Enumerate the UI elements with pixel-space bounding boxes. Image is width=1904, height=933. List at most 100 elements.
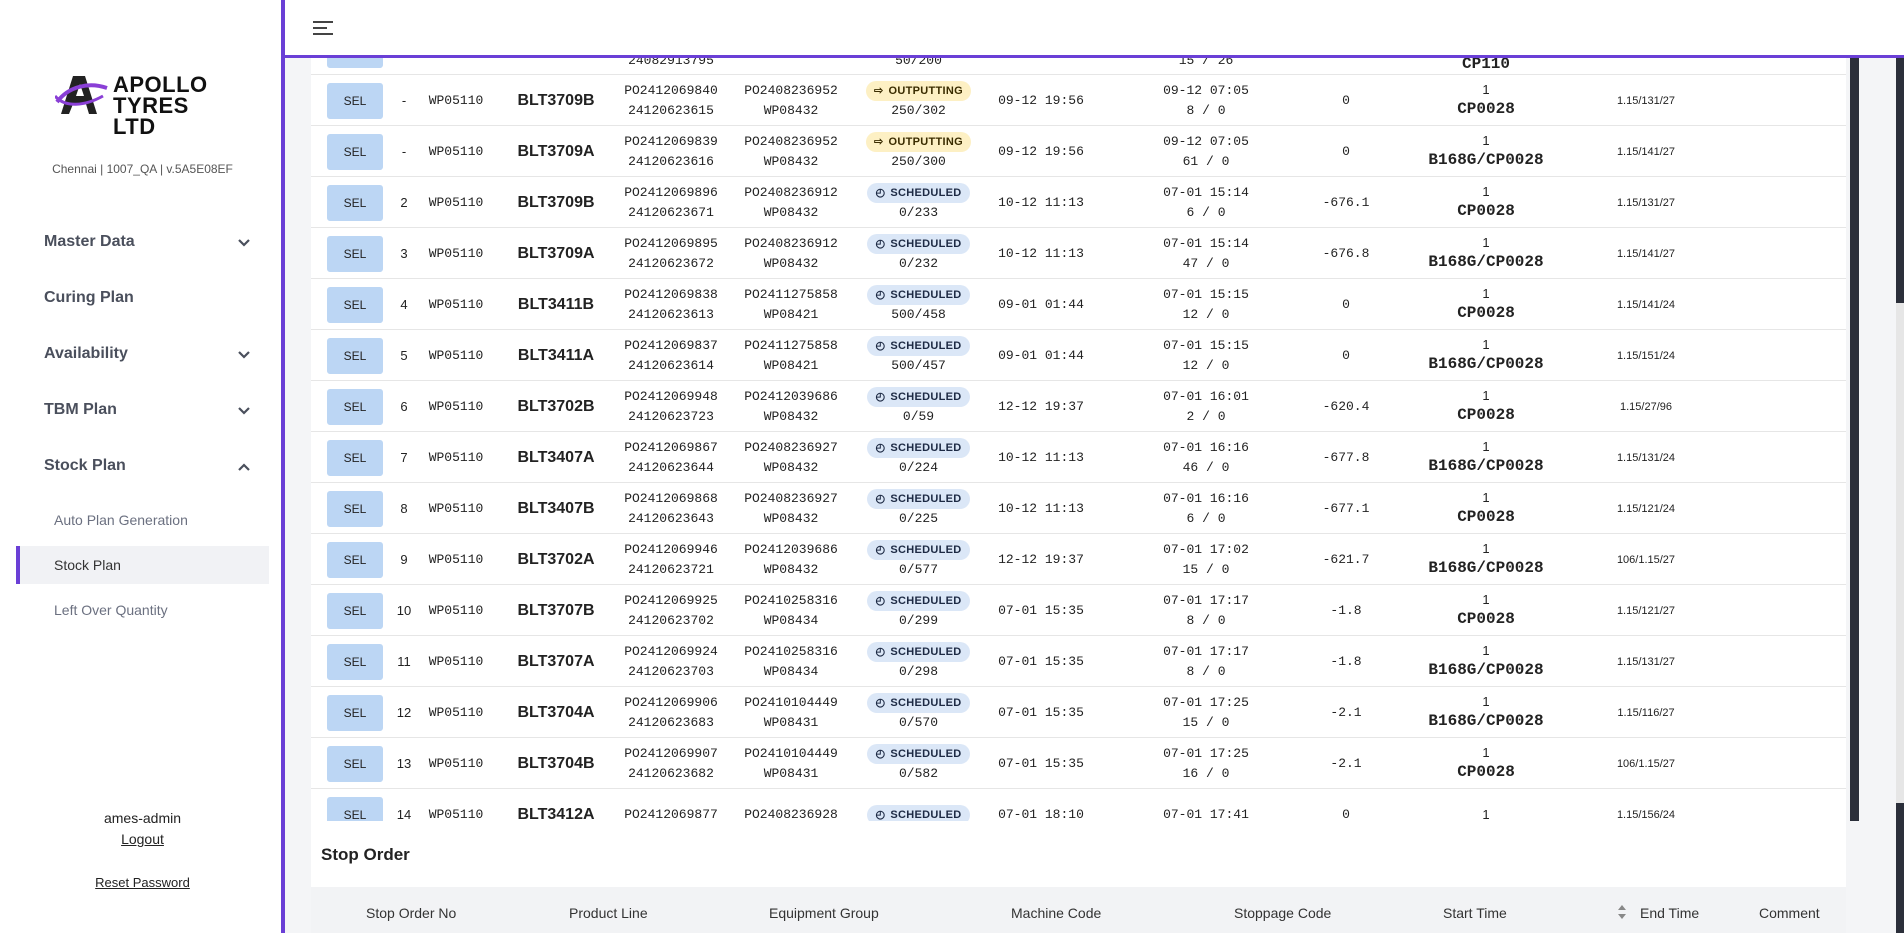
stop-order-table-header: Stop Order No Product Line Equipment Gro… <box>311 887 1846 933</box>
status-cell: ◴ SCHEDULED 0/59 <box>851 381 986 432</box>
time2-cell: 07-01 15:14 47 / 0 <box>1146 228 1266 279</box>
production-order-cell: PO2412069868 24120623643 <box>611 483 731 534</box>
sequence-cell: 2 <box>389 177 419 228</box>
difference-cell: 0 <box>1291 75 1401 126</box>
select-button[interactable]: SEL <box>327 185 383 221</box>
table-row: SEL 3 WP05110 BLT3709A PO2412069895 241206236… <box>311 228 1846 279</box>
time2-value: 07-01 17:17 <box>1163 592 1249 608</box>
select-button[interactable]: SEL <box>327 440 383 476</box>
status-text: SCHEDULED <box>890 390 962 403</box>
qty-value: 0/225 <box>898 510 938 526</box>
cp-code: B168G/CP0028 <box>1428 150 1544 169</box>
hamburger-menu-icon[interactable] <box>313 20 333 36</box>
select-button[interactable]: SEL <box>327 83 383 119</box>
select-button[interactable]: SEL <box>327 491 383 527</box>
select-button[interactable]: SEL <box>327 695 383 731</box>
status-text: SCHEDULED <box>890 696 962 709</box>
cp-cell: CP110 <box>1421 58 1551 75</box>
production-order-cell: PO2412069867 24120623644 <box>611 432 731 483</box>
sidebar-item-master-data[interactable]: Master Data <box>0 214 285 270</box>
page-scrollbar-thumb[interactable] <box>1896 58 1904 303</box>
cp-count: 1 <box>1482 336 1490 352</box>
qty-value: 0/570 <box>898 714 938 730</box>
parent-workplace: WP08432 <box>763 459 819 475</box>
sidebar-item-tbm-plan[interactable]: TBM Plan <box>0 382 285 438</box>
clock-icon: ◴ <box>875 288 886 301</box>
status-badge: ◴ SCHEDULED <box>867 539 970 560</box>
sidebar-item-stock-plan[interactable]: Stock Plan <box>0 438 285 494</box>
sidebar-subitem-stock-plan[interactable]: Stock Plan <box>16 546 269 584</box>
header-product-line[interactable]: Product Line <box>569 905 648 921</box>
header-start-time[interactable]: Start Time <box>1443 905 1507 921</box>
reset-password-link[interactable]: Reset Password <box>0 875 285 890</box>
select-button[interactable]: SEL <box>327 746 383 782</box>
select-button[interactable]: SEL <box>327 593 383 629</box>
sequence-value: 3 <box>400 245 408 261</box>
difference-value: -677.8 <box>1322 449 1370 465</box>
difference-cell: -2.1 <box>1291 687 1401 738</box>
workplace-code: WP05110 <box>428 143 484 159</box>
sidebar-subitem-label: Left Over Quantity <box>54 602 168 618</box>
select-button[interactable]: SEL <box>327 236 383 272</box>
sidebar-subitem-auto-plan-generation[interactable]: Auto Plan Generation <box>16 501 269 539</box>
production-order-no: PO2412069924 <box>624 643 718 659</box>
header-equipment-group[interactable]: Equipment Group <box>769 905 879 921</box>
clock-icon: ◴ <box>875 237 886 250</box>
sidebar-item-curing-plan[interactable]: Curing Plan <box>0 270 285 326</box>
parent-workplace: WP08432 <box>763 153 819 169</box>
status-badge: ◴ SCHEDULED <box>867 743 970 764</box>
cp-code: CP110 <box>1461 58 1510 73</box>
cp-code: B168G/CP0028 <box>1428 558 1544 577</box>
spec-cell: 1.15/141/24 <box>1581 279 1711 330</box>
status-text: SCHEDULED <box>890 747 962 760</box>
cp-count: 1 <box>1482 183 1490 199</box>
workplace-cell: WP05110 <box>421 177 491 228</box>
blt-cell: BLT3709A <box>501 126 611 177</box>
production-order-no: PO2412069895 <box>624 235 718 251</box>
production-order-no: PO2412069840 <box>624 82 718 98</box>
time2-count: 16 / 0 <box>1182 765 1230 781</box>
time2-cell: 07-01 15:15 12 / 0 <box>1146 279 1266 330</box>
chevron-down-icon <box>238 351 250 359</box>
parent-order-cell: PO2412039686 WP08432 <box>731 534 851 585</box>
sort-icon[interactable] <box>1617 904 1627 920</box>
time1-cell: 12-12 19:37 <box>986 534 1096 585</box>
header-machine-code[interactable]: Machine Code <box>1011 905 1101 921</box>
production-order-cell: PO2412069948 24120623723 <box>611 381 731 432</box>
select-button[interactable] <box>327 58 383 68</box>
time2-cell: 07-01 17:17 8 / 0 <box>1146 585 1266 636</box>
page-scrollbar-thumb-lower[interactable] <box>1896 803 1904 933</box>
header-stop-order-no[interactable]: Stop Order No <box>366 905 456 921</box>
production-order-no: PO2412069946 <box>624 541 718 557</box>
time2-count: 8 / 0 <box>1186 102 1226 118</box>
main-content: 24082913795 50/200 15 / 26 CP110 SEL - WP0… <box>285 58 1904 933</box>
table-scrollbar[interactable] <box>1850 58 1859 821</box>
production-order-ref: 24120623613 <box>628 306 714 322</box>
spec-value: 1.15/131/27 <box>1616 94 1676 107</box>
sidebar-item-availability[interactable]: Availability <box>0 326 285 382</box>
select-button[interactable]: SEL <box>327 797 383 821</box>
difference-cell: 0 <box>1291 279 1401 330</box>
sequence-value: 2 <box>400 194 408 210</box>
table-row: SEL 6 WP05110 BLT3702B PO2412069948 241206237… <box>311 381 1846 432</box>
status-badge: ◴ SCHEDULED <box>867 437 970 458</box>
sidebar-subitem-left-over-quantity[interactable]: Left Over Quantity <box>16 591 269 629</box>
select-button[interactable]: SEL <box>327 644 383 680</box>
spec-cell: 1.15/116/27 <box>1581 687 1711 738</box>
header-end-time[interactable]: End Time <box>1640 905 1699 921</box>
production-order-ref: 24120623616 <box>628 153 714 169</box>
select-button[interactable]: SEL <box>327 338 383 374</box>
time2-cell: 07-01 16:16 6 / 0 <box>1146 483 1266 534</box>
blt-code: BLT3709A <box>517 142 595 160</box>
parent-order-no: PO2408236952 <box>744 133 838 149</box>
parent-order-cell: PO2410104449 WP08431 <box>731 687 851 738</box>
select-button[interactable]: SEL <box>327 287 383 323</box>
header-stoppage-code[interactable]: Stoppage Code <box>1234 905 1331 921</box>
cp-cell: 1 CP0028 <box>1421 75 1551 126</box>
select-button[interactable]: SEL <box>327 134 383 170</box>
select-button[interactable]: SEL <box>327 542 383 578</box>
header-comment[interactable]: Comment <box>1759 905 1820 921</box>
select-button[interactable]: SEL <box>327 389 383 425</box>
time2-secondary: 15 / 26 <box>1178 58 1234 68</box>
logout-link[interactable]: Logout <box>0 831 285 847</box>
